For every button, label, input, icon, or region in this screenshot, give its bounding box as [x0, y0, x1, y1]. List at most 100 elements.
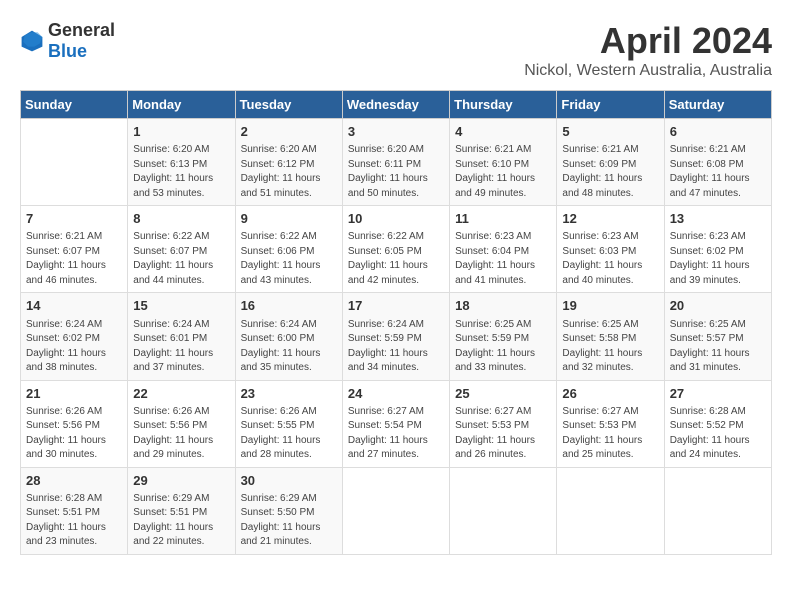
day-info: Sunrise: 6:23 AM Sunset: 6:03 PM Dayligh… [562, 230, 658, 288]
day-info: Sunrise: 6:26 AM Sunset: 5:56 PM Dayligh… [26, 405, 122, 463]
logo-icon [20, 29, 44, 53]
day-number: 26 [562, 385, 658, 403]
weekday-header-saturday: Saturday [664, 91, 771, 119]
calendar-cell: 12Sunrise: 6:23 AM Sunset: 6:03 PM Dayli… [557, 206, 664, 293]
day-info: Sunrise: 6:22 AM Sunset: 6:07 PM Dayligh… [133, 230, 229, 288]
day-info: Sunrise: 6:26 AM Sunset: 5:56 PM Dayligh… [133, 405, 229, 463]
calendar-cell: 7 Sunrise: 6:21 AM Sunset: 6:07 PM Daylig… [21, 206, 128, 293]
day-info: Sunrise: 6:20 AM Sunset: 6:13 PM Dayligh… [133, 143, 229, 201]
day-info: Sunrise: 6:22 AM Sunset: 6:05 PM Dayligh… [348, 230, 444, 288]
day-number: 25 [455, 385, 551, 403]
calendar-cell: 8Sunrise: 6:22 AM Sunset: 6:07 PM Daylig… [128, 206, 235, 293]
day-number: 29 [133, 472, 229, 490]
day-info: Sunrise: 6:24 AM Sunset: 6:01 PM Dayligh… [133, 318, 229, 376]
day-info: Sunrise: 6:25 AM Sunset: 5:57 PM Dayligh… [670, 318, 766, 376]
day-number: 24 [348, 385, 444, 403]
calendar-cell: 19 Sunrise: 6:25 AM Sunset: 5:58 PM Dayli… [557, 293, 664, 380]
day-info: Sunrise: 6:27 AM Sunset: 5:53 PM Dayligh… [455, 405, 551, 463]
day-info: Sunrise: 6:25 AM Sunset: 5:59 PM Dayligh… [455, 318, 551, 376]
calendar-cell: 9 Sunrise: 6:22 AM Sunset: 6:06 PM Daylig… [235, 206, 342, 293]
calendar-cell: 11 Sunrise: 6:23 AM Sunset: 6:04 PM Dayli… [450, 206, 557, 293]
day-info: Sunrise: 6:28 AM Sunset: 5:51 PM Dayligh… [26, 492, 122, 550]
day-info: Sunrise: 6:22 AM Sunset: 6:06 PM Dayligh… [241, 230, 337, 288]
calendar-cell: 18 Sunrise: 6:25 AM Sunset: 5:59 PM Dayli… [450, 293, 557, 380]
day-info: Sunrise: 6:23 AM Sunset: 6:04 PM Dayligh… [455, 230, 551, 288]
day-number: 4 [455, 123, 551, 141]
day-info: Sunrise: 6:24 AM Sunset: 5:59 PM Dayligh… [348, 318, 444, 376]
day-number: 28 [26, 472, 122, 490]
calendar-cell: 21Sunrise: 6:26 AM Sunset: 5:56 PM Dayli… [21, 380, 128, 467]
day-number: 19 [562, 297, 658, 315]
week-row-2: 7 Sunrise: 6:21 AM Sunset: 6:07 PM Daylig… [21, 206, 772, 293]
day-info: Sunrise: 6:20 AM Sunset: 6:11 PM Dayligh… [348, 143, 444, 201]
day-number: 11 [455, 210, 551, 228]
calendar-cell: 30 Sunrise: 6:29 AM Sunset: 5:50 PM Dayli… [235, 467, 342, 554]
day-number: 15 [133, 297, 229, 315]
day-number: 30 [241, 472, 337, 490]
day-number: 16 [241, 297, 337, 315]
week-row-5: 28 Sunrise: 6:28 AM Sunset: 5:51 PM Dayli… [21, 467, 772, 554]
day-info: Sunrise: 6:21 AM Sunset: 6:07 PM Dayligh… [26, 230, 122, 288]
calendar-cell: 20 Sunrise: 6:25 AM Sunset: 5:57 PM Dayli… [664, 293, 771, 380]
week-row-1: 1 Sunrise: 6:20 AM Sunset: 6:13 PM Daylig… [21, 119, 772, 206]
calendar-cell: 29Sunrise: 6:29 AM Sunset: 5:51 PM Dayli… [128, 467, 235, 554]
day-number: 20 [670, 297, 766, 315]
calendar-cell: 25 Sunrise: 6:27 AM Sunset: 5:53 PM Dayli… [450, 380, 557, 467]
day-number: 13 [670, 210, 766, 228]
weekday-header-tuesday: Tuesday [235, 91, 342, 119]
location-title: Nickol, Western Australia, Australia [524, 62, 772, 80]
day-number: 10 [348, 210, 444, 228]
day-number: 9 [241, 210, 337, 228]
calendar-cell: 17Sunrise: 6:24 AM Sunset: 5:59 PM Dayli… [342, 293, 449, 380]
weekday-header-row: SundayMondayTuesdayWednesdayThursdayFrid… [21, 91, 772, 119]
page-header: General Blue April 2024 Nickol, Western … [20, 20, 772, 80]
day-info: Sunrise: 6:21 AM Sunset: 6:08 PM Dayligh… [670, 143, 766, 201]
calendar-cell [21, 119, 128, 206]
day-info: Sunrise: 6:23 AM Sunset: 6:02 PM Dayligh… [670, 230, 766, 288]
calendar-table: SundayMondayTuesdayWednesdayThursdayFrid… [20, 90, 772, 555]
day-number: 27 [670, 385, 766, 403]
calendar-cell: 27 Sunrise: 6:28 AM Sunset: 5:52 PM Dayli… [664, 380, 771, 467]
calendar-cell: 23Sunrise: 6:26 AM Sunset: 5:55 PM Dayli… [235, 380, 342, 467]
day-number: 2 [241, 123, 337, 141]
day-number: 1 [133, 123, 229, 141]
weekday-header-monday: Monday [128, 91, 235, 119]
week-row-4: 21Sunrise: 6:26 AM Sunset: 5:56 PM Dayli… [21, 380, 772, 467]
calendar-cell: 1 Sunrise: 6:20 AM Sunset: 6:13 PM Daylig… [128, 119, 235, 206]
calendar-cell: 22 Sunrise: 6:26 AM Sunset: 5:56 PM Dayli… [128, 380, 235, 467]
day-info: Sunrise: 6:26 AM Sunset: 5:55 PM Dayligh… [241, 405, 337, 463]
weekday-header-sunday: Sunday [21, 91, 128, 119]
day-number: 6 [670, 123, 766, 141]
calendar-cell [342, 467, 449, 554]
day-info: Sunrise: 6:21 AM Sunset: 6:10 PM Dayligh… [455, 143, 551, 201]
day-info: Sunrise: 6:28 AM Sunset: 5:52 PM Dayligh… [670, 405, 766, 463]
weekday-header-wednesday: Wednesday [342, 91, 449, 119]
calendar-cell: 28 Sunrise: 6:28 AM Sunset: 5:51 PM Dayli… [21, 467, 128, 554]
day-info: Sunrise: 6:20 AM Sunset: 6:12 PM Dayligh… [241, 143, 337, 201]
calendar-cell: 10 Sunrise: 6:22 AM Sunset: 6:05 PM Dayli… [342, 206, 449, 293]
day-number: 14 [26, 297, 122, 315]
calendar-cell: 24Sunrise: 6:27 AM Sunset: 5:54 PM Dayli… [342, 380, 449, 467]
calendar-cell [557, 467, 664, 554]
calendar-cell: 26Sunrise: 6:27 AM Sunset: 5:53 PM Dayli… [557, 380, 664, 467]
day-info: Sunrise: 6:21 AM Sunset: 6:09 PM Dayligh… [562, 143, 658, 201]
day-info: Sunrise: 6:29 AM Sunset: 5:50 PM Dayligh… [241, 492, 337, 550]
day-info: Sunrise: 6:24 AM Sunset: 6:00 PM Dayligh… [241, 318, 337, 376]
title-area: April 2024 Nickol, Western Australia, Au… [524, 20, 772, 80]
logo-blue: Blue [48, 41, 87, 61]
calendar-cell [664, 467, 771, 554]
day-info: Sunrise: 6:24 AM Sunset: 6:02 PM Dayligh… [26, 318, 122, 376]
calendar-cell: 16 Sunrise: 6:24 AM Sunset: 6:00 PM Dayli… [235, 293, 342, 380]
logo-text: General Blue [48, 20, 115, 62]
week-row-3: 14 Sunrise: 6:24 AM Sunset: 6:02 PM Dayli… [21, 293, 772, 380]
day-number: 22 [133, 385, 229, 403]
weekday-header-friday: Friday [557, 91, 664, 119]
day-number: 5 [562, 123, 658, 141]
logo-general: General [48, 20, 115, 40]
calendar-cell [450, 467, 557, 554]
month-title: April 2024 [524, 20, 772, 62]
day-number: 7 [26, 210, 122, 228]
day-number: 18 [455, 297, 551, 315]
day-info: Sunrise: 6:25 AM Sunset: 5:58 PM Dayligh… [562, 318, 658, 376]
day-number: 3 [348, 123, 444, 141]
